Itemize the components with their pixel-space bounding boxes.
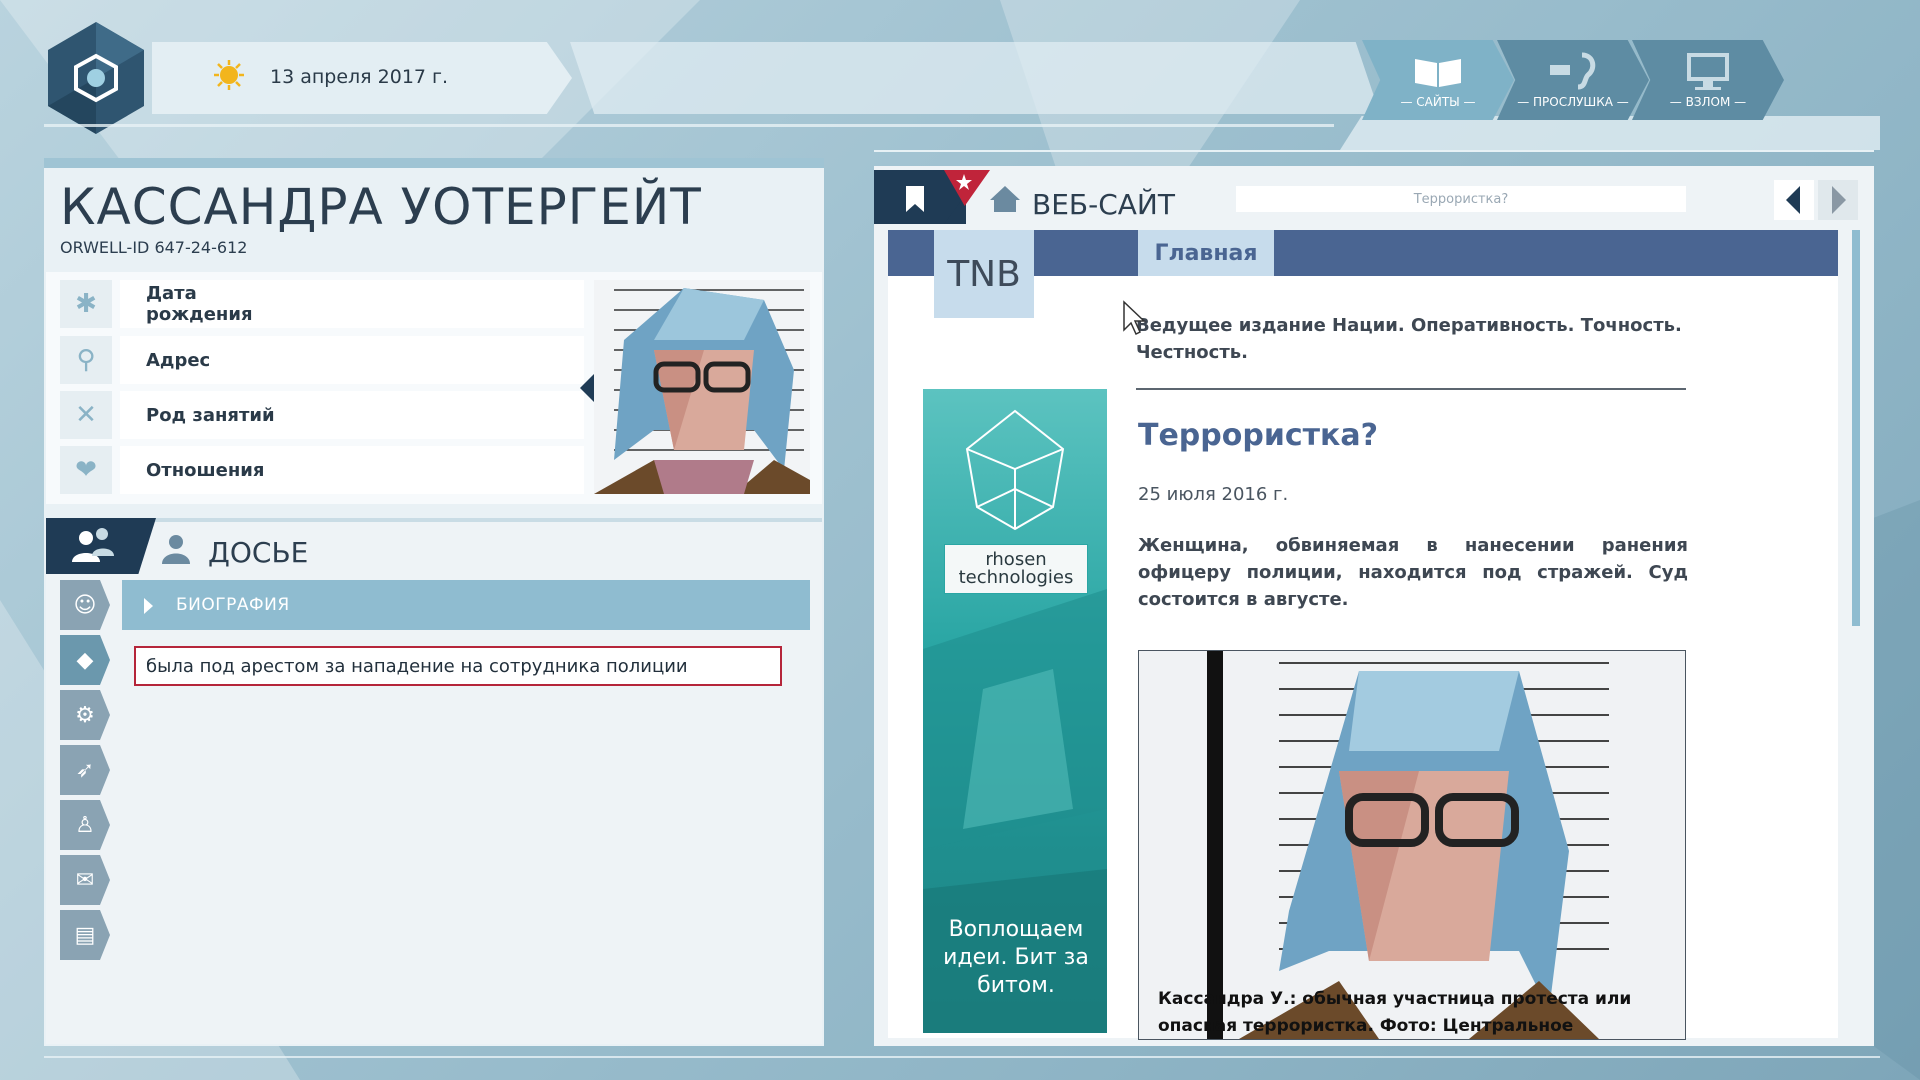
gears-icon: ⚙: [75, 702, 95, 728]
field-occupation-label: Род занятий: [120, 391, 584, 439]
field-relations-label: Отношения: [120, 446, 584, 494]
url-bar[interactable]: Террористка?: [1236, 186, 1686, 212]
expand-arrow-icon: [144, 598, 153, 614]
monitor-icon: [1687, 53, 1729, 90]
tab-sites[interactable]: — САЙТЫ —: [1362, 40, 1514, 120]
side-tab-activities[interactable]: ➶: [60, 745, 110, 795]
tab-base: [1340, 116, 1880, 150]
nav-home-link[interactable]: Главная: [1138, 230, 1274, 276]
book-icon: [1415, 59, 1461, 87]
article-photo: [1138, 650, 1686, 1040]
forward-button[interactable]: [1818, 180, 1858, 220]
person-icon: ♙: [75, 812, 95, 838]
biography-section-header[interactable]: БИОГРАФИЯ: [122, 580, 810, 630]
field-birthdate[interactable]: ✱ Дата рождения: [60, 280, 584, 328]
side-tab-settings[interactable]: ⚙: [60, 690, 110, 740]
biography-entry[interactable]: была под арестом за нападение на сотрудн…: [134, 646, 782, 686]
orwell-id: ORWELL-ID 647-24-612: [60, 238, 248, 257]
divider: [44, 1056, 1880, 1058]
header-bar: [570, 42, 1380, 114]
current-date: 13 апреля 2017 г.: [270, 66, 449, 88]
profile-portrait: [594, 280, 810, 494]
asterisk-icon: ✱: [60, 280, 112, 328]
tab-hack-label: — ВЗЛОМ —: [1669, 95, 1747, 109]
hearts-icon: ❤: [60, 446, 112, 494]
tools-icon: ✕: [60, 391, 112, 439]
field-birthdate-label: Дата рождения: [120, 280, 584, 328]
sun-icon: [214, 60, 244, 90]
tab-listen-label: — ПРОСЛУШКА —: [1517, 95, 1629, 109]
field-address[interactable]: ⚲ Адрес: [60, 336, 584, 384]
back-button[interactable]: [1774, 180, 1814, 220]
divider: [874, 150, 1874, 152]
ear-icon: [1550, 52, 1596, 90]
notebook-icon: ▤: [74, 922, 96, 948]
person-icon: [162, 535, 190, 564]
article-headline[interactable]: Террористка?: [1138, 418, 1378, 453]
article-body: Женщина, обвиняемая в нанесении ранения …: [1138, 535, 1688, 610]
side-tab-biography[interactable]: ☺: [60, 580, 110, 630]
runner-icon: ➶: [75, 757, 95, 783]
eraser-icon: ◆: [76, 647, 94, 673]
profile-panel-stripe: [44, 158, 824, 168]
side-tab-records[interactable]: ◆: [60, 635, 110, 685]
site-logo[interactable]: TNB: [934, 230, 1034, 318]
scrollbar[interactable]: [1852, 230, 1860, 626]
ad-slogan: Воплощаем идеи. Бит за битом.: [943, 917, 1089, 998]
website-label: ВЕБ-САЙТ: [1032, 188, 1175, 221]
chat-icon: ✉: [75, 867, 95, 893]
bookmark-icon: [906, 186, 924, 212]
tab-listen[interactable]: — ПРОСЛУШКА —: [1497, 40, 1649, 120]
chevron-left-icon: [1786, 186, 1800, 214]
dossier-header-line: [46, 518, 822, 522]
photo-caption: Кассандра У.: обычная участница протеста…: [1158, 989, 1632, 1036]
side-tab-messages[interactable]: ✉: [60, 855, 110, 905]
home-icon: [990, 186, 1020, 212]
location-pin-icon: ⚲: [60, 336, 112, 384]
divider: [1136, 388, 1686, 390]
dossier-title: ДОСЬЕ: [208, 536, 309, 569]
face-icon: ☺: [73, 592, 97, 618]
profile-name: КАССАНДРА УОТЕРГЕЙТ: [60, 178, 702, 236]
app-logo: [48, 22, 144, 134]
field-occupation[interactable]: ✕ Род занятий: [60, 391, 584, 439]
side-tab-contacts[interactable]: ♙: [60, 800, 110, 850]
field-address-label: Адрес: [120, 336, 584, 384]
ad-brand-logo: rhosen technologies: [944, 544, 1088, 594]
site-tagline: Ведущее издание Нации. Оперативность. То…: [1136, 315, 1682, 363]
people-icon: [72, 528, 114, 562]
tab-hack[interactable]: — ВЗЛОМ —: [1632, 40, 1784, 120]
chevron-right-icon: [1832, 186, 1846, 214]
article-date: 25 июля 2016 г.: [1138, 484, 1289, 505]
tab-sites-label: — САЙТЫ —: [1400, 95, 1476, 109]
divider: [44, 124, 1334, 127]
collapse-arrow[interactable]: [580, 374, 594, 402]
mouse-cursor-icon: [1123, 300, 1146, 336]
dossier-tab[interactable]: [46, 518, 156, 574]
side-tab-notes[interactable]: ▤: [60, 910, 110, 960]
field-relations[interactable]: ❤ Отношения: [60, 446, 584, 494]
